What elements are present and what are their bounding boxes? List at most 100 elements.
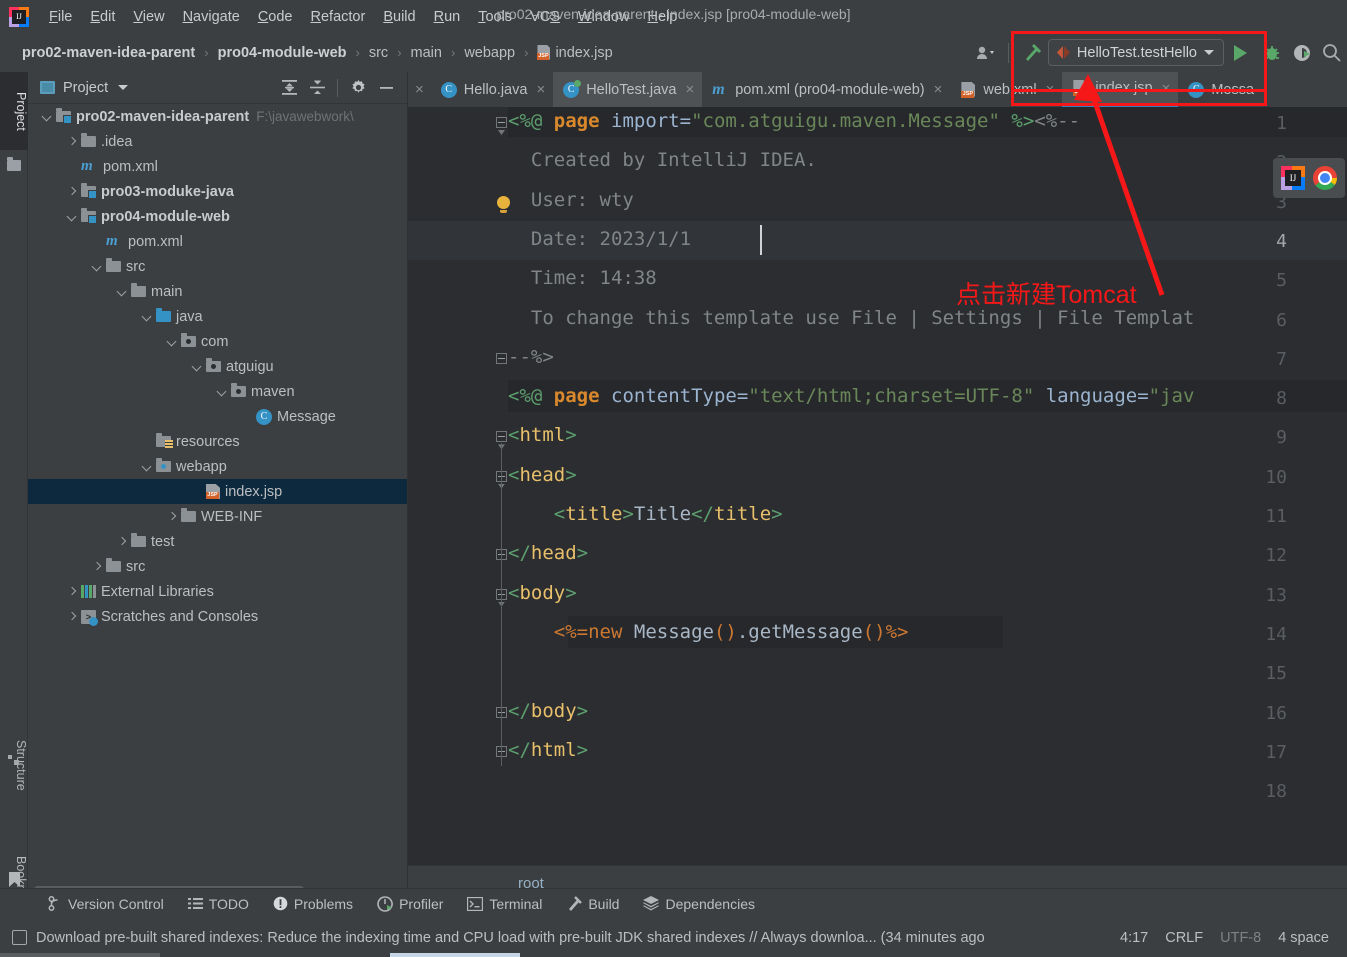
code-line[interactable]: <title>Title</title> bbox=[508, 503, 783, 525]
chevron-right-icon[interactable] bbox=[65, 185, 79, 199]
tree-node-pro02-maven-idea-parent[interactable]: pro02-maven-idea-parent F:\javawebwork\ bbox=[28, 104, 407, 129]
tree-node-maven[interactable]: maven bbox=[28, 379, 407, 404]
tree-node-index-jsp[interactable]: JSP index.jsp bbox=[28, 479, 407, 504]
chevron-right-icon[interactable] bbox=[65, 610, 79, 624]
menu-item-window[interactable]: Window bbox=[569, 6, 639, 28]
code-line[interactable]: <%=new Message().getMessage()%> bbox=[508, 621, 909, 643]
menu-item-view[interactable]: View bbox=[124, 6, 173, 28]
breadcrumb-item-webapp[interactable]: webapp bbox=[462, 45, 517, 61]
folder-icon[interactable] bbox=[7, 157, 21, 171]
intellij-browser-icon[interactable]: IJ bbox=[1281, 166, 1305, 190]
tool-window-terminal[interactable]: Terminal bbox=[457, 894, 552, 914]
chevron-right-icon[interactable] bbox=[65, 135, 79, 149]
breadcrumb-item-pro04-module-web[interactable]: pro04-module-web bbox=[216, 45, 349, 61]
chrome-browser-icon[interactable] bbox=[1313, 166, 1337, 190]
code-line[interactable]: <%@ page import="com.atguigu.maven.Messa… bbox=[508, 110, 1080, 132]
line-separator[interactable]: CRLF bbox=[1165, 930, 1203, 946]
tree-node-scratches-and-consoles[interactable]: > Scratches and Consoles bbox=[28, 604, 407, 629]
tree-node-resources[interactable]: resources bbox=[28, 429, 407, 454]
tool-window-version-control[interactable]: Version Control bbox=[38, 894, 174, 914]
chevron-down-icon[interactable] bbox=[115, 285, 129, 299]
tree-node--idea[interactable]: .idea bbox=[28, 129, 407, 154]
tool-window-problems[interactable]: Problems bbox=[263, 894, 363, 914]
close-icon[interactable]: × bbox=[1046, 81, 1055, 98]
tree-node-java[interactable]: java bbox=[28, 304, 407, 329]
code-line[interactable]: </body> bbox=[508, 700, 588, 722]
tool-window-profiler[interactable]: Profiler bbox=[367, 894, 453, 914]
expand-all-icon[interactable] bbox=[276, 75, 302, 101]
chevron-right-icon[interactable] bbox=[115, 535, 129, 549]
tool-window-todo[interactable]: TODO bbox=[178, 894, 259, 914]
chevron-right-icon[interactable] bbox=[65, 585, 79, 599]
tree-node-pom-xml[interactable]: m pom.xml bbox=[28, 154, 407, 179]
tree-node-web-inf[interactable]: WEB-INF bbox=[28, 504, 407, 529]
code-line[interactable]: User: wty bbox=[508, 189, 634, 211]
chevron-down-icon[interactable] bbox=[140, 460, 154, 474]
chevron-right-icon[interactable] bbox=[90, 560, 104, 574]
close-icon[interactable]: × bbox=[685, 81, 694, 98]
close-icon[interactable]: × bbox=[536, 81, 545, 98]
code-line[interactable]: </head> bbox=[508, 542, 588, 564]
menu-item-run[interactable]: Run bbox=[425, 6, 470, 28]
debug-button[interactable] bbox=[1257, 39, 1287, 67]
hammer-icon[interactable] bbox=[1016, 39, 1048, 67]
tree-node-src[interactable]: src bbox=[28, 554, 407, 579]
menu-item-tools[interactable]: Tools bbox=[469, 6, 521, 28]
chevron-down-icon[interactable] bbox=[140, 310, 154, 324]
close-icon[interactable]: × bbox=[1162, 80, 1171, 97]
editor-tab-hellotest-java[interactable]: C HelloTest.java × bbox=[553, 72, 703, 107]
editor-tab-messa[interactable]: C Messa bbox=[1178, 72, 1262, 107]
chevron-down-icon[interactable] bbox=[118, 85, 129, 90]
close-icon[interactable]: × bbox=[408, 72, 431, 107]
tree-node-main[interactable]: main bbox=[28, 279, 407, 304]
code-line[interactable]: <head> bbox=[508, 464, 577, 486]
tree-node-com[interactable]: com bbox=[28, 329, 407, 354]
code-line[interactable]: Time: 14:38 bbox=[508, 267, 657, 289]
tree-node-webapp[interactable]: webapp bbox=[28, 454, 407, 479]
chevron-right-icon[interactable] bbox=[165, 510, 179, 524]
code-line[interactable]: <body> bbox=[508, 582, 577, 604]
breadcrumb-item-index-jsp[interactable]: JSP index.jsp bbox=[535, 44, 614, 61]
hide-minimize-icon[interactable] bbox=[373, 75, 399, 101]
code-editor[interactable]: 1 <%@ page import="com.atguigu.maven.Mess… bbox=[408, 107, 1347, 865]
menu-item-refactor[interactable]: Refactor bbox=[302, 6, 375, 28]
tool-window-build[interactable]: Build bbox=[556, 894, 629, 914]
editor-tab-pom-xml-pro04-module-web-[interactable]: m pom.xml (pro04-module-web) × bbox=[702, 72, 950, 107]
run-with-coverage-button[interactable] bbox=[1287, 39, 1317, 67]
menu-item-vcs[interactable]: VCS bbox=[521, 6, 569, 28]
editor-tab-web-xml[interactable]: JSP web.xml × bbox=[950, 72, 1062, 107]
tree-node-atguigu[interactable]: atguigu bbox=[28, 354, 407, 379]
menu-item-help[interactable]: Help bbox=[638, 6, 686, 28]
collapse-all-icon[interactable] bbox=[304, 75, 330, 101]
tool-window-dependencies[interactable]: Dependencies bbox=[633, 894, 765, 914]
tree-node-pro04-module-web[interactable]: pro04-module-web bbox=[28, 204, 407, 229]
file-encoding[interactable]: UTF-8 bbox=[1220, 930, 1261, 946]
tree-node-test[interactable]: test bbox=[28, 529, 407, 554]
settings-gear-icon[interactable] bbox=[345, 75, 371, 101]
editor-tab-hello-java[interactable]: C Hello.java × bbox=[431, 72, 553, 107]
chevron-down-icon[interactable] bbox=[40, 110, 54, 124]
chevron-down-icon[interactable] bbox=[165, 335, 179, 349]
menu-item-build[interactable]: Build bbox=[374, 6, 424, 28]
menu-item-file[interactable]: File bbox=[40, 6, 81, 28]
breadcrumb-item-src[interactable]: src bbox=[367, 45, 390, 61]
menu-item-edit[interactable]: Edit bbox=[81, 6, 124, 28]
code-line[interactable]: Created by IntelliJ IDEA. bbox=[508, 149, 817, 171]
breadcrumb-item-pro02-maven-idea-parent[interactable]: pro02-maven-idea-parent bbox=[20, 45, 197, 61]
run-button[interactable] bbox=[1224, 39, 1257, 67]
status-message[interactable]: Download pre-built shared indexes: Reduc… bbox=[36, 930, 985, 946]
chevron-down-icon[interactable] bbox=[215, 385, 229, 399]
breadcrumb-item-main[interactable]: main bbox=[409, 45, 444, 61]
tree-node-external-libraries[interactable]: External Libraries bbox=[28, 579, 407, 604]
caret-position[interactable]: 4:17 bbox=[1120, 930, 1148, 946]
chevron-down-icon[interactable] bbox=[65, 210, 79, 224]
tree-node-pom-xml[interactable]: m pom.xml bbox=[28, 229, 407, 254]
indent-setting[interactable]: 4 space bbox=[1278, 930, 1329, 946]
notification-icon[interactable] bbox=[12, 930, 27, 945]
run-configuration-selector[interactable]: HelloTest.testHello bbox=[1047, 39, 1224, 66]
chevron-down-icon[interactable] bbox=[190, 360, 204, 374]
sidebar-tab-project[interactable]: Project bbox=[0, 72, 28, 150]
code-line[interactable]: <html> bbox=[508, 424, 577, 446]
close-icon[interactable]: × bbox=[934, 81, 943, 98]
tree-node-message[interactable]: C Message bbox=[28, 404, 407, 429]
